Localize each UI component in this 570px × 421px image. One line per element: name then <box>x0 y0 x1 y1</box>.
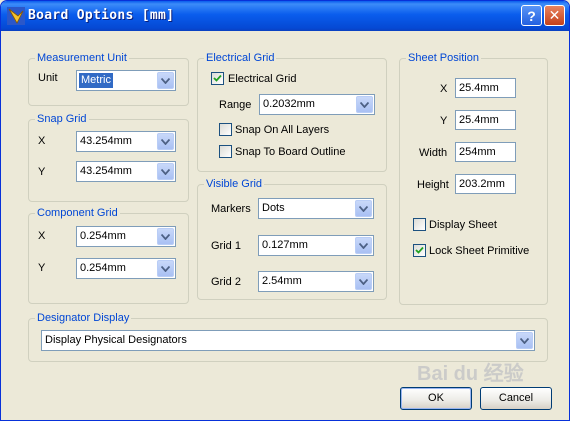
sheet-height-label: Height <box>417 179 449 191</box>
designator-display-value: Display Physical Designators <box>45 334 187 346</box>
range-label: Range <box>219 99 252 111</box>
snap-all-layers-checkbox[interactable] <box>219 123 232 136</box>
component-grid-x-value: 0.254mm <box>80 230 126 242</box>
checkmark-icon <box>415 246 424 254</box>
snap-grid-y-select[interactable]: 43.254mm <box>76 161 176 182</box>
chevron-down-icon[interactable] <box>157 163 174 180</box>
markers-label: Markers <box>211 203 251 215</box>
grid2-select[interactable]: 2.54mm <box>258 271 374 292</box>
snap-board-outline-label[interactable]: Snap To Board Outline <box>235 146 345 158</box>
sheet-width-input[interactable]: 254mm <box>455 142 516 162</box>
close-icon: ✕ <box>548 7 561 23</box>
component-grid-y-select[interactable]: 0.254mm <box>76 258 176 279</box>
markers-select[interactable]: Dots <box>258 198 374 219</box>
window-title: Board Options [mm] <box>28 8 175 23</box>
chevron-down-icon[interactable] <box>355 273 372 290</box>
unit-label: Unit <box>38 72 58 84</box>
sheet-x-input[interactable]: 25.4mm <box>455 78 516 98</box>
chevron-down-icon[interactable] <box>355 200 372 217</box>
measurement-unit-legend: Measurement Unit <box>35 52 129 64</box>
sheet-y-input[interactable]: 25.4mm <box>455 110 516 130</box>
display-sheet-checkbox[interactable] <box>413 218 426 231</box>
close-button[interactable]: ✕ <box>544 5 565 26</box>
visible-grid-legend: Visible Grid <box>204 178 265 190</box>
grid2-value: 2.54mm <box>262 275 302 287</box>
component-grid-x-select[interactable]: 0.254mm <box>76 226 176 247</box>
markers-value: Dots <box>262 202 285 214</box>
snap-grid-x-select[interactable]: 43.254mm <box>76 131 176 152</box>
help-button[interactable]: ? <box>521 5 542 26</box>
snap-grid-x-label: X <box>38 135 46 147</box>
ok-button[interactable]: OK <box>400 387 472 410</box>
help-icon: ? <box>527 7 536 24</box>
sheet-x-label: X <box>440 83 448 95</box>
chevron-down-icon[interactable] <box>516 332 533 349</box>
board-options-dialog: Board Options [mm] ? ✕ Measurement Unit … <box>0 0 570 421</box>
snap-all-layers-label[interactable]: Snap On All Layers <box>235 124 329 136</box>
snap-grid-x-value: 43.254mm <box>80 135 132 147</box>
chevron-down-icon[interactable] <box>157 260 174 277</box>
display-sheet-label[interactable]: Display Sheet <box>429 219 497 231</box>
component-grid-legend: Component Grid <box>35 207 120 219</box>
designator-display-select[interactable]: Display Physical Designators <box>41 330 535 351</box>
checkmark-icon <box>213 74 222 82</box>
app-icon <box>7 7 25 25</box>
sheet-width-label: Width <box>419 147 448 159</box>
component-grid-y-value: 0.254mm <box>80 262 126 274</box>
sheet-height-input[interactable]: 203.2mm <box>455 174 516 194</box>
chevron-down-icon[interactable] <box>355 237 372 254</box>
snap-grid-y-value: 43.254mm <box>80 165 132 177</box>
designator-display-legend: Designator Display <box>35 312 132 324</box>
watermark: Bai du 经验 <box>417 363 524 385</box>
electrical-grid-checkbox[interactable] <box>211 72 224 85</box>
unit-select[interactable]: Metric <box>76 70 176 91</box>
grid1-value: 0.127mm <box>262 239 308 251</box>
electrical-grid-legend: Electrical Grid <box>204 52 277 64</box>
component-grid-y-label: Y <box>38 262 46 274</box>
range-select[interactable]: 0.2032mm <box>259 94 375 115</box>
unit-select-value: Metric <box>79 73 113 88</box>
grid1-label: Grid 1 <box>211 240 241 252</box>
sheet-position-legend: Sheet Position <box>406 52 481 64</box>
chevron-down-icon[interactable] <box>157 72 174 89</box>
lock-sheet-primitive-checkbox[interactable] <box>413 244 426 257</box>
chevron-down-icon[interactable] <box>157 228 174 245</box>
sheet-y-label: Y <box>440 115 448 127</box>
cancel-button[interactable]: Cancel <box>480 387 552 410</box>
grid1-select[interactable]: 0.127mm <box>258 235 374 256</box>
title-bar[interactable]: Board Options [mm] ? ✕ <box>1 1 569 31</box>
electrical-grid-checkbox-label[interactable]: Electrical Grid <box>228 73 296 85</box>
lock-sheet-primitive-label[interactable]: Lock Sheet Primitive <box>429 245 529 257</box>
snap-grid-legend: Snap Grid <box>35 113 89 125</box>
snap-board-outline-checkbox[interactable] <box>219 145 232 158</box>
snap-grid-y-label: Y <box>38 166 46 178</box>
component-grid-x-label: X <box>38 230 46 242</box>
chevron-down-icon[interactable] <box>356 96 373 113</box>
chevron-down-icon[interactable] <box>157 133 174 150</box>
grid2-label: Grid 2 <box>211 276 241 288</box>
range-value: 0.2032mm <box>263 98 315 110</box>
